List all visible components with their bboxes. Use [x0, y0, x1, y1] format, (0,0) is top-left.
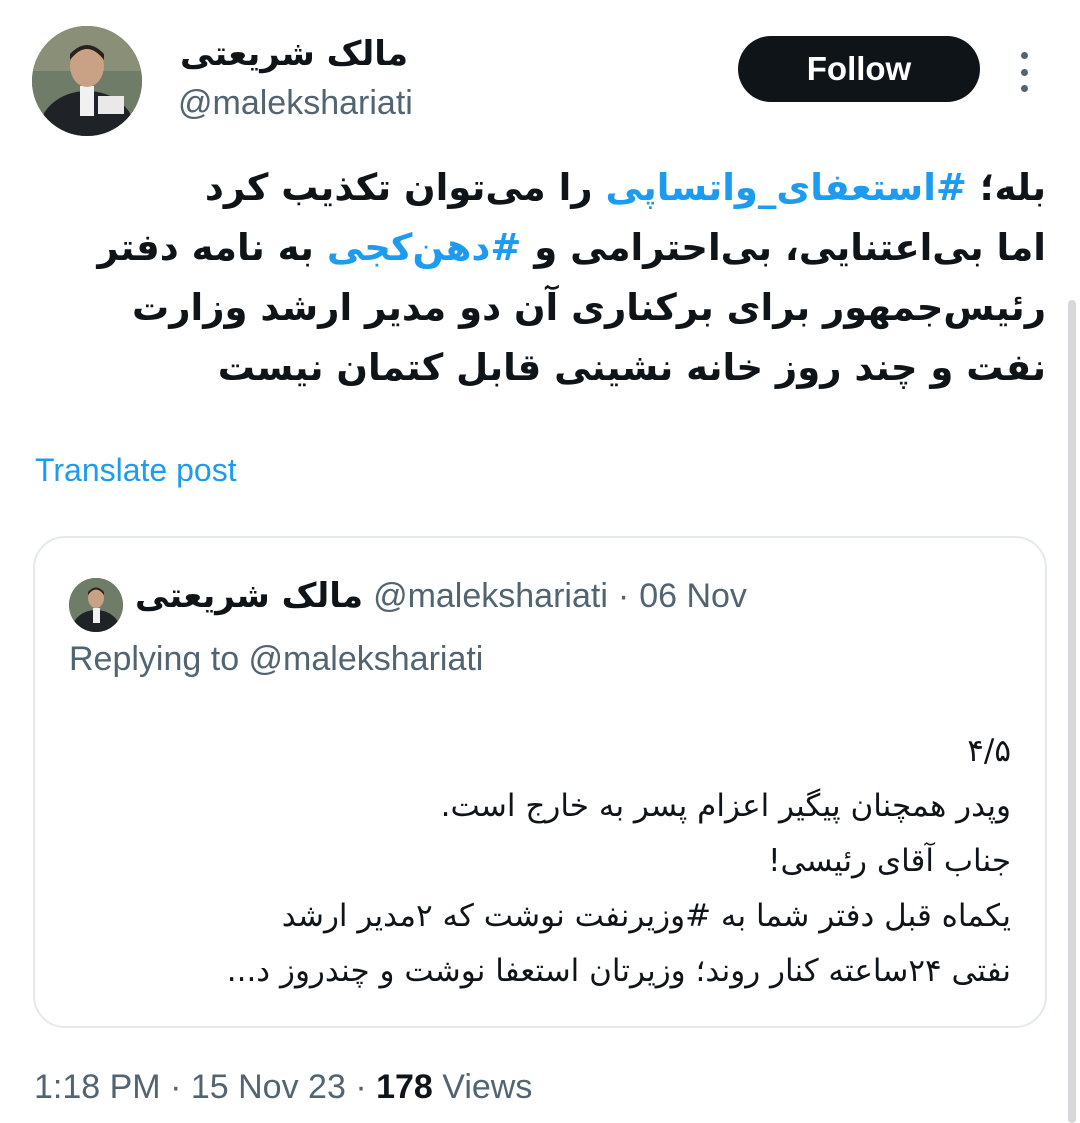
more-dot: [1020, 68, 1028, 76]
author-avatar-image: [32, 26, 142, 136]
author-avatar[interactable]: [32, 26, 142, 136]
tweet-text: بله؛ #استعفای_واتساپی را می‌توان تکذیب ک…: [30, 158, 1046, 398]
author-display-name[interactable]: مالک شریعتی: [180, 34, 408, 74]
quote-author-handle[interactable]: @malekshariati: [373, 577, 608, 616]
tweet-text-segment: به نامه دفتر: [97, 226, 327, 269]
tweet-text-segment: بله؛: [966, 166, 1046, 209]
quote-text-line: ۴/۵: [967, 733, 1011, 769]
tweet-text-segment: نفت و چند روز خانه نشینی قابل کتمان نیست: [217, 346, 1046, 389]
tweet-text-line: اما بی‌اعتنایی، بی‌احترامی و #دهن‌کجی به…: [30, 218, 1046, 278]
author-handle[interactable]: @malekshariati: [178, 84, 413, 123]
tweet-text-segment: رئیس‌جمهور برای برکناری آن دو مدیر ارشد …: [132, 286, 1046, 329]
quote-header: مالک شریعتی @malekshariati · 06 Nov: [135, 576, 747, 616]
tweet-text-line: نفت و چند روز خانه نشینی قابل کتمان نیست: [30, 338, 1046, 398]
tweet-metadata: 1:18 PM · 15 Nov 23 · 178 Views: [34, 1068, 532, 1107]
hashtag-link[interactable]: #استعفای_واتساپی: [605, 166, 966, 209]
quote-date[interactable]: 06 Nov: [639, 577, 747, 616]
tweet-text-segment: اما بی‌اعتنایی، بی‌احترامی و: [521, 226, 1046, 269]
quote-text-line: جناب آقای رئیسی!: [768, 843, 1011, 879]
quote-replying-to: Replying to @malekshariati: [69, 640, 484, 678]
hashtag-link[interactable]: #دهن‌کجی: [327, 226, 522, 269]
quote-avatar-image: [69, 578, 123, 632]
more-dot: [1020, 85, 1028, 92]
tweet-text-segment: را می‌توان تکذیب کرد: [204, 166, 606, 209]
quote-text-line: نفتی ۲۴ساعته کنار روند؛ وزیرتان استعفا ن…: [226, 953, 1011, 989]
quote-text-line: وپدر همچنان پیگیر اعزام پسر به خارج است.: [440, 788, 1011, 824]
quoted-tweet-card[interactable]: مالک شریعتی @malekshariati · 06 Nov Repl…: [33, 536, 1047, 1028]
quote-author-name[interactable]: مالک شریعتی: [135, 576, 363, 616]
views-label: Views: [442, 1068, 533, 1106]
tweet-date[interactable]: 15 Nov 23: [191, 1068, 346, 1106]
quote-author-avatar[interactable]: [69, 578, 123, 632]
tweet-text-line: رئیس‌جمهور برای برکناری آن دو مدیر ارشد …: [30, 278, 1046, 338]
quote-text-line: یکماه قبل دفتر شما به #وزیرنفت نوشت که ۲…: [281, 898, 1011, 934]
more-dot: [1020, 52, 1028, 59]
translate-post-link[interactable]: Translate post: [35, 452, 237, 489]
views-count: 178: [376, 1068, 433, 1106]
meta-separator: ·: [170, 1068, 182, 1106]
quote-text: ۴/۵ وپدر همچنان پیگیر اعزام پسر به خارج …: [65, 724, 1011, 999]
meta-separator: ·: [355, 1068, 367, 1106]
scrollbar[interactable]: [1068, 300, 1076, 1123]
more-vertical-icon[interactable]: [1012, 52, 1036, 92]
follow-button[interactable]: Follow: [738, 36, 980, 102]
tweet-time[interactable]: 1:18 PM: [34, 1068, 161, 1106]
quote-separator: ·: [617, 577, 630, 615]
tweet-text-line: بله؛ #استعفای_واتساپی را می‌توان تکذیب ک…: [30, 158, 1046, 218]
